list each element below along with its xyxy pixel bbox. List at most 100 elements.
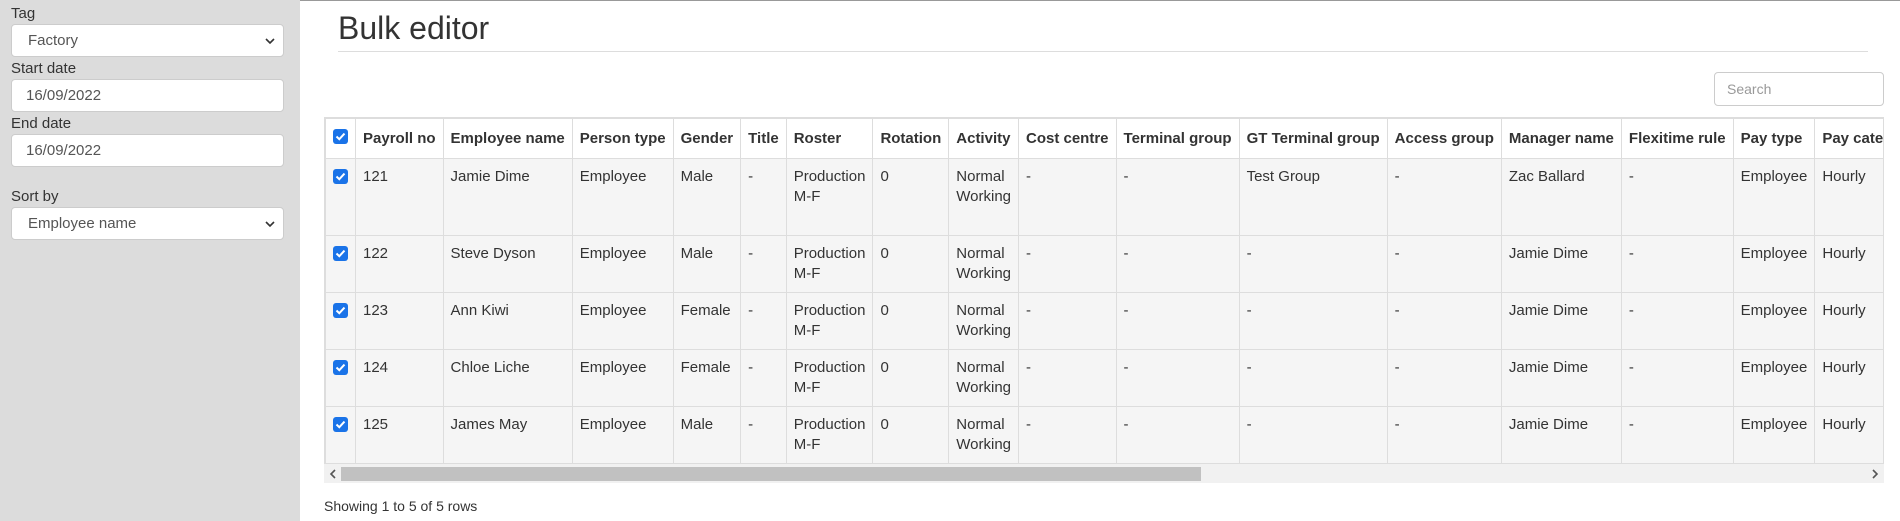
column-header[interactable]: Gender: [672, 118, 742, 159]
table-cell: Male: [672, 235, 742, 293]
table-cell: 122: [355, 235, 444, 293]
table-cell: -: [1238, 349, 1388, 407]
search-input[interactable]: [1714, 72, 1884, 106]
table-cell: 121: [355, 158, 444, 236]
row-select-cell: [325, 235, 356, 293]
table-cell: Jamie Dime: [1500, 406, 1622, 464]
table-cell: Normal Working: [948, 406, 1019, 464]
table-cell: Steve Dyson: [442, 235, 573, 293]
table-cell: -: [1620, 158, 1734, 236]
table-cell: -: [1115, 158, 1240, 236]
table-row[interactable]: 124 Chloe Liche Employee Female - Production …: [325, 349, 1883, 407]
table-row[interactable]: 125 James May Employee Male - Production M-F 0…: [325, 406, 1883, 464]
table-cell: Jamie Dime: [1500, 349, 1622, 407]
column-header[interactable]: Cost centre: [1018, 118, 1117, 159]
table-cell: Employee: [571, 292, 674, 350]
table-cell: Employee: [571, 158, 674, 236]
table-cell: -: [1018, 158, 1117, 236]
start-date-label: Start date: [11, 60, 77, 77]
table-row[interactable]: 123 Ann Kiwi Employee Female - Production M-F…: [325, 292, 1883, 350]
row-checkbox[interactable]: [333, 246, 348, 261]
table-cell: -: [1018, 292, 1117, 350]
row-select-cell: [325, 292, 356, 350]
table-cell: Male: [672, 406, 742, 464]
table-cell: -: [1386, 349, 1502, 407]
column-header[interactable]: Activity: [948, 118, 1019, 159]
table-cell: Production M-F: [785, 349, 874, 407]
table-cell: -: [740, 158, 787, 236]
select-all-checkbox[interactable]: [333, 129, 348, 144]
table-cell: Production M-F: [785, 292, 874, 350]
table-cell: -: [740, 349, 787, 407]
table-cell: 123: [355, 292, 444, 350]
end-date-input[interactable]: 16/09/2022: [11, 134, 284, 167]
table-cell: Employee: [1732, 158, 1816, 236]
chevron-down-icon: [265, 221, 275, 228]
column-header[interactable]: Title: [740, 118, 787, 159]
column-header[interactable]: Roster: [785, 118, 874, 159]
table-cell: Chloe Liche: [442, 349, 573, 407]
table-cell: Employee: [571, 235, 674, 293]
table-cell: 0: [872, 349, 950, 407]
start-date-input[interactable]: 16/09/2022: [11, 79, 284, 112]
table-cell: Female: [672, 292, 742, 350]
table-cell: Employee: [1732, 292, 1816, 350]
table-cell: Male: [672, 158, 742, 236]
sort-by-value: Employee name: [28, 215, 137, 232]
table-cell: -: [1238, 406, 1388, 464]
column-header[interactable]: Pay categ: [1814, 118, 1883, 159]
table-cell: Test Group: [1238, 158, 1388, 236]
table-cell: -: [1115, 406, 1240, 464]
sort-by-select[interactable]: Employee name: [11, 207, 284, 240]
sort-by-label: Sort by: [11, 188, 59, 205]
table-cell: Jamie Dime: [1500, 235, 1622, 293]
checkmark-icon: [335, 172, 346, 181]
table-cell: -: [1115, 292, 1240, 350]
column-header[interactable]: Access group: [1386, 118, 1502, 159]
table-cell: Jamie Dime: [442, 158, 573, 236]
table-row[interactable]: 121 Jamie Dime Employee Male - Production M-F…: [325, 158, 1883, 236]
column-header[interactable]: Rotation: [872, 118, 950, 159]
table-cell: -: [1115, 349, 1240, 407]
table-cell: Normal Working: [948, 349, 1019, 407]
tag-select[interactable]: Factory: [11, 24, 284, 57]
scroll-right-icon[interactable]: [1869, 468, 1881, 480]
table-cell: Hourly: [1814, 406, 1883, 464]
table-cell: -: [1386, 158, 1502, 236]
table-cell: 0: [872, 292, 950, 350]
horizontal-scrollbar[interactable]: [324, 463, 1884, 483]
table-cell: -: [1238, 235, 1388, 293]
table-cell: 0: [872, 158, 950, 236]
column-header[interactable]: Employee name: [442, 118, 573, 159]
column-header[interactable]: Manager name: [1500, 118, 1622, 159]
row-checkbox[interactable]: [333, 169, 348, 184]
table-cell: -: [1620, 349, 1734, 407]
column-header[interactable]: Terminal group: [1115, 118, 1240, 159]
table-cell: Jamie Dime: [1500, 292, 1622, 350]
scroll-left-icon[interactable]: [327, 468, 339, 480]
column-header[interactable]: Person type: [571, 118, 674, 159]
table-cell: -: [1018, 349, 1117, 407]
column-header[interactable]: GT Terminal group: [1238, 118, 1388, 159]
column-header[interactable]: Pay type: [1732, 118, 1816, 159]
table-cell: -: [1620, 406, 1734, 464]
table-row[interactable]: 122 Steve Dyson Employee Male - Production M-…: [325, 235, 1883, 293]
end-date-value: 16/09/2022: [26, 142, 102, 159]
table-cell: Normal Working: [948, 292, 1019, 350]
row-checkbox[interactable]: [333, 417, 348, 432]
checkmark-icon: [335, 420, 346, 429]
table-cell: 0: [872, 235, 950, 293]
table-cell: Employee: [1732, 406, 1816, 464]
table-cell: Employee: [571, 406, 674, 464]
table-cell: Zac Ballard: [1500, 158, 1622, 236]
row-checkbox[interactable]: [333, 303, 348, 318]
table-cell: -: [740, 406, 787, 464]
table-cell: -: [1238, 292, 1388, 350]
row-checkbox[interactable]: [333, 360, 348, 375]
scrollbar-thumb[interactable]: [341, 467, 1201, 481]
table-cell: -: [740, 292, 787, 350]
top-divider: [300, 0, 1900, 1]
column-header[interactable]: Flexitime rule: [1620, 118, 1734, 159]
table-header-row: Payroll no Employee name Person type Gender…: [325, 118, 1883, 159]
column-header[interactable]: Payroll no: [355, 118, 444, 159]
